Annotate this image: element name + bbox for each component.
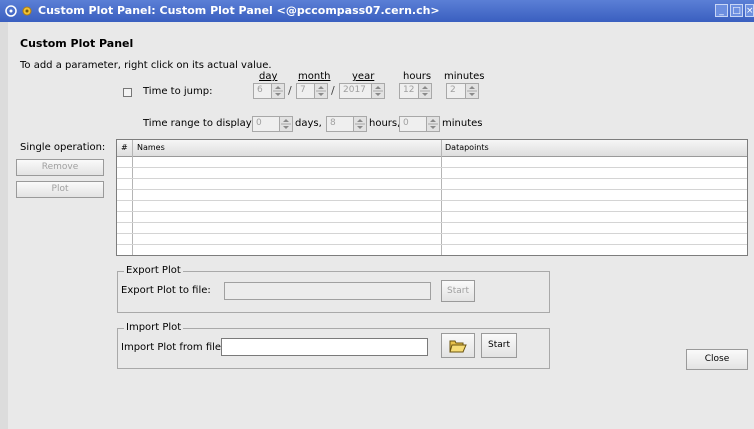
year-spinner[interactable]: 2017: [339, 83, 385, 99]
import-group-title: Import Plot: [124, 322, 184, 333]
range-days-spinner[interactable]: 0: [252, 116, 293, 132]
column-divider: [441, 140, 442, 255]
month-header: month: [298, 71, 331, 82]
minutes-unit-label: minutes: [442, 118, 483, 129]
day-value: 6: [257, 85, 263, 95]
time-to-jump-checkbox[interactable]: [123, 88, 132, 97]
maximize-button[interactable]: □: [730, 4, 743, 17]
hours-value: 12: [403, 85, 415, 95]
month-spinner[interactable]: 7: [296, 83, 328, 99]
plot-button[interactable]: Plot: [16, 181, 104, 198]
spin-arrows-icon[interactable]: [418, 84, 431, 98]
close-button[interactable]: Close: [686, 349, 748, 370]
import-file-label: Import Plot from file:: [121, 342, 225, 353]
year-value: 2017: [343, 85, 366, 95]
row-divider: [117, 244, 747, 245]
range-hours-spinner[interactable]: 8: [326, 116, 367, 132]
single-operation-label: Single operation:: [20, 142, 106, 153]
month-value: 7: [300, 85, 306, 95]
row-divider: [117, 200, 747, 201]
remove-button[interactable]: Remove: [16, 159, 104, 176]
app-gear-icon: [22, 6, 32, 16]
hours-unit-label: hours,: [369, 118, 401, 129]
spin-arrows-icon[interactable]: [353, 117, 366, 131]
folder-open-icon: [449, 340, 467, 353]
minutes-spinner[interactable]: 2: [446, 83, 479, 99]
export-start-button[interactable]: Start: [441, 280, 475, 302]
minimize-button[interactable]: _: [715, 4, 728, 17]
row-divider: [117, 178, 747, 179]
window-title: Custom Plot Panel: Custom Plot Panel <@p…: [38, 4, 440, 17]
date-separator: /: [331, 84, 335, 97]
row-divider: [117, 189, 747, 190]
row-divider: [117, 211, 747, 212]
spin-arrows-icon[interactable]: [371, 84, 384, 98]
export-file-input[interactable]: [224, 282, 431, 300]
table-header: # Names Datapoints: [117, 140, 747, 157]
time-to-jump-label: Time to jump:: [143, 86, 213, 97]
hours-spinner[interactable]: 12: [399, 83, 432, 99]
column-header-index[interactable]: #: [121, 143, 128, 152]
time-range-label: Time range to display:: [143, 118, 255, 129]
day-spinner[interactable]: 6: [253, 83, 285, 99]
import-file-input[interactable]: [221, 338, 428, 356]
date-separator: /: [288, 84, 292, 97]
export-file-label: Export Plot to file:: [121, 285, 211, 296]
panel-title: Custom Plot Panel: [20, 37, 134, 50]
import-start-button[interactable]: Start: [481, 333, 517, 358]
row-divider: [117, 233, 747, 234]
days-unit-label: days,: [295, 118, 322, 129]
minutes-value: 2: [450, 85, 456, 95]
row-divider: [117, 222, 747, 223]
parameters-table[interactable]: # Names Datapoints: [116, 139, 748, 256]
window-frame-left: [0, 22, 8, 429]
column-divider: [132, 140, 133, 255]
spin-arrows-icon[interactable]: [426, 117, 439, 131]
row-divider: [117, 167, 747, 168]
range-minutes-spinner[interactable]: 0: [399, 116, 440, 132]
spin-arrows-icon[interactable]: [465, 84, 478, 98]
window-menu-icon[interactable]: [4, 4, 18, 18]
range-minutes-value: 0: [403, 118, 409, 128]
export-group-title: Export Plot: [124, 265, 183, 276]
column-header-names[interactable]: Names: [137, 143, 165, 152]
year-header: year: [352, 71, 375, 82]
range-hours-value: 8: [330, 118, 336, 128]
browse-file-button[interactable]: [441, 333, 475, 358]
range-days-value: 0: [256, 118, 262, 128]
hours-header: hours: [403, 71, 432, 82]
spin-arrows-icon[interactable]: [314, 84, 327, 98]
minutes-header: minutes: [444, 71, 485, 82]
column-header-datapoints[interactable]: Datapoints: [445, 143, 489, 152]
close-window-button[interactable]: ×: [745, 4, 754, 17]
spin-arrows-icon[interactable]: [271, 84, 284, 98]
spin-arrows-icon[interactable]: [279, 117, 292, 131]
instructions-text: To add a parameter, right click on its a…: [20, 60, 272, 71]
day-header: day: [259, 71, 278, 82]
window-titlebar[interactable]: Custom Plot Panel: Custom Plot Panel <@p…: [0, 0, 754, 22]
